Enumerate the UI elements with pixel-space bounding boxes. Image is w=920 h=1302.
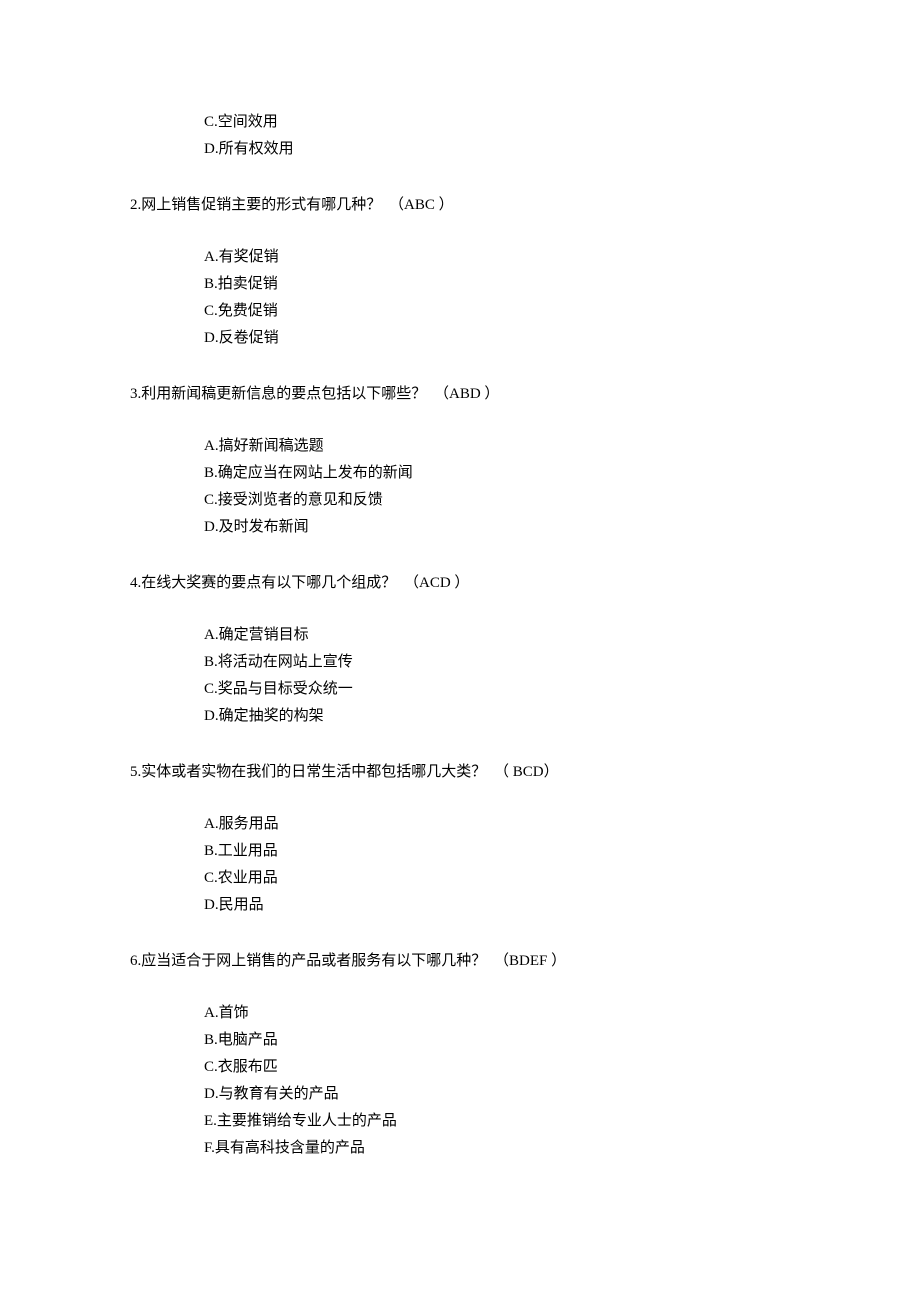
option-c: C.奖品与目标受众统一 bbox=[204, 677, 790, 701]
answer: （ABC ） bbox=[389, 197, 454, 213]
q3-options: A.搞好新闻稿选题 B.确定应当在网站上发布的新闻 C.接受浏览者的意见和反馈 … bbox=[130, 434, 790, 539]
option-a: A.服务用品 bbox=[204, 812, 790, 836]
option-c: C.接受浏览者的意见和反馈 bbox=[204, 488, 790, 512]
option-a: A.确定营销目标 bbox=[204, 623, 790, 647]
answer: （ABD ） bbox=[434, 386, 499, 402]
question-3: 3.利用新闻稿更新信息的要点包括以下哪些？ （ABD ） bbox=[130, 382, 790, 406]
option-d: D.所有权效用 bbox=[204, 137, 790, 161]
q2-options: A.有奖促销 B.拍卖促销 C.免费促销 D.反卷促销 bbox=[130, 245, 790, 350]
answer: （ BCD） bbox=[494, 764, 559, 780]
q5-options: A.服务用品 B.工业用品 C.农业用品 D.民用品 bbox=[130, 812, 790, 917]
option-c: C.衣服布匹 bbox=[204, 1055, 790, 1079]
option-f: F.具有高科技含量的产品 bbox=[204, 1136, 790, 1160]
option-b: B.确定应当在网站上发布的新闻 bbox=[204, 461, 790, 485]
option-d: D.与教育有关的产品 bbox=[204, 1082, 790, 1106]
answer: （ACD ） bbox=[404, 575, 469, 591]
question-text: 6.应当适合于网上销售的产品或者服务有以下哪几种？ bbox=[130, 953, 486, 969]
q6-options: A.首饰 B.电脑产品 C.衣服布匹 D.与教育有关的产品 E.主要推销给专业人… bbox=[130, 1001, 790, 1160]
answer: （BDEF ） bbox=[494, 953, 566, 969]
question-text: 5.实体或者实物在我们的日常生活中都包括哪几大类？ bbox=[130, 764, 486, 780]
question-text: 4.在线大奖赛的要点有以下哪几个组成？ bbox=[130, 575, 396, 591]
option-b: B.电脑产品 bbox=[204, 1028, 790, 1052]
question-text: 3.利用新闻稿更新信息的要点包括以下哪些？ bbox=[130, 386, 426, 402]
option-d: D.民用品 bbox=[204, 893, 790, 917]
option-d: D.及时发布新闻 bbox=[204, 515, 790, 539]
option-c: C.农业用品 bbox=[204, 866, 790, 890]
option-d: D.确定抽奖的构架 bbox=[204, 704, 790, 728]
question-text: 2.网上销售促销主要的形式有哪几种？ bbox=[130, 197, 381, 213]
option-b: B.工业用品 bbox=[204, 839, 790, 863]
question-4: 4.在线大奖赛的要点有以下哪几个组成？ （ACD ） bbox=[130, 571, 790, 595]
option-c: C.空间效用 bbox=[204, 110, 790, 134]
option-c: C.免费促销 bbox=[204, 299, 790, 323]
question-2: 2.网上销售促销主要的形式有哪几种？ （ABC ） bbox=[130, 193, 790, 217]
option-a: A.有奖促销 bbox=[204, 245, 790, 269]
option-d: D.反卷促销 bbox=[204, 326, 790, 350]
q4-options: A.确定营销目标 B.将活动在网站上宣传 C.奖品与目标受众统一 D.确定抽奖的… bbox=[130, 623, 790, 728]
question-5: 5.实体或者实物在我们的日常生活中都包括哪几大类？ （ BCD） bbox=[130, 760, 790, 784]
option-a: A.搞好新闻稿选题 bbox=[204, 434, 790, 458]
option-b: B.将活动在网站上宣传 bbox=[204, 650, 790, 674]
option-e: E.主要推销给专业人士的产品 bbox=[204, 1109, 790, 1133]
q1-partial-options: C.空间效用 D.所有权效用 bbox=[130, 110, 790, 161]
option-a: A.首饰 bbox=[204, 1001, 790, 1025]
question-6: 6.应当适合于网上销售的产品或者服务有以下哪几种？ （BDEF ） bbox=[130, 949, 790, 973]
option-b: B.拍卖促销 bbox=[204, 272, 790, 296]
